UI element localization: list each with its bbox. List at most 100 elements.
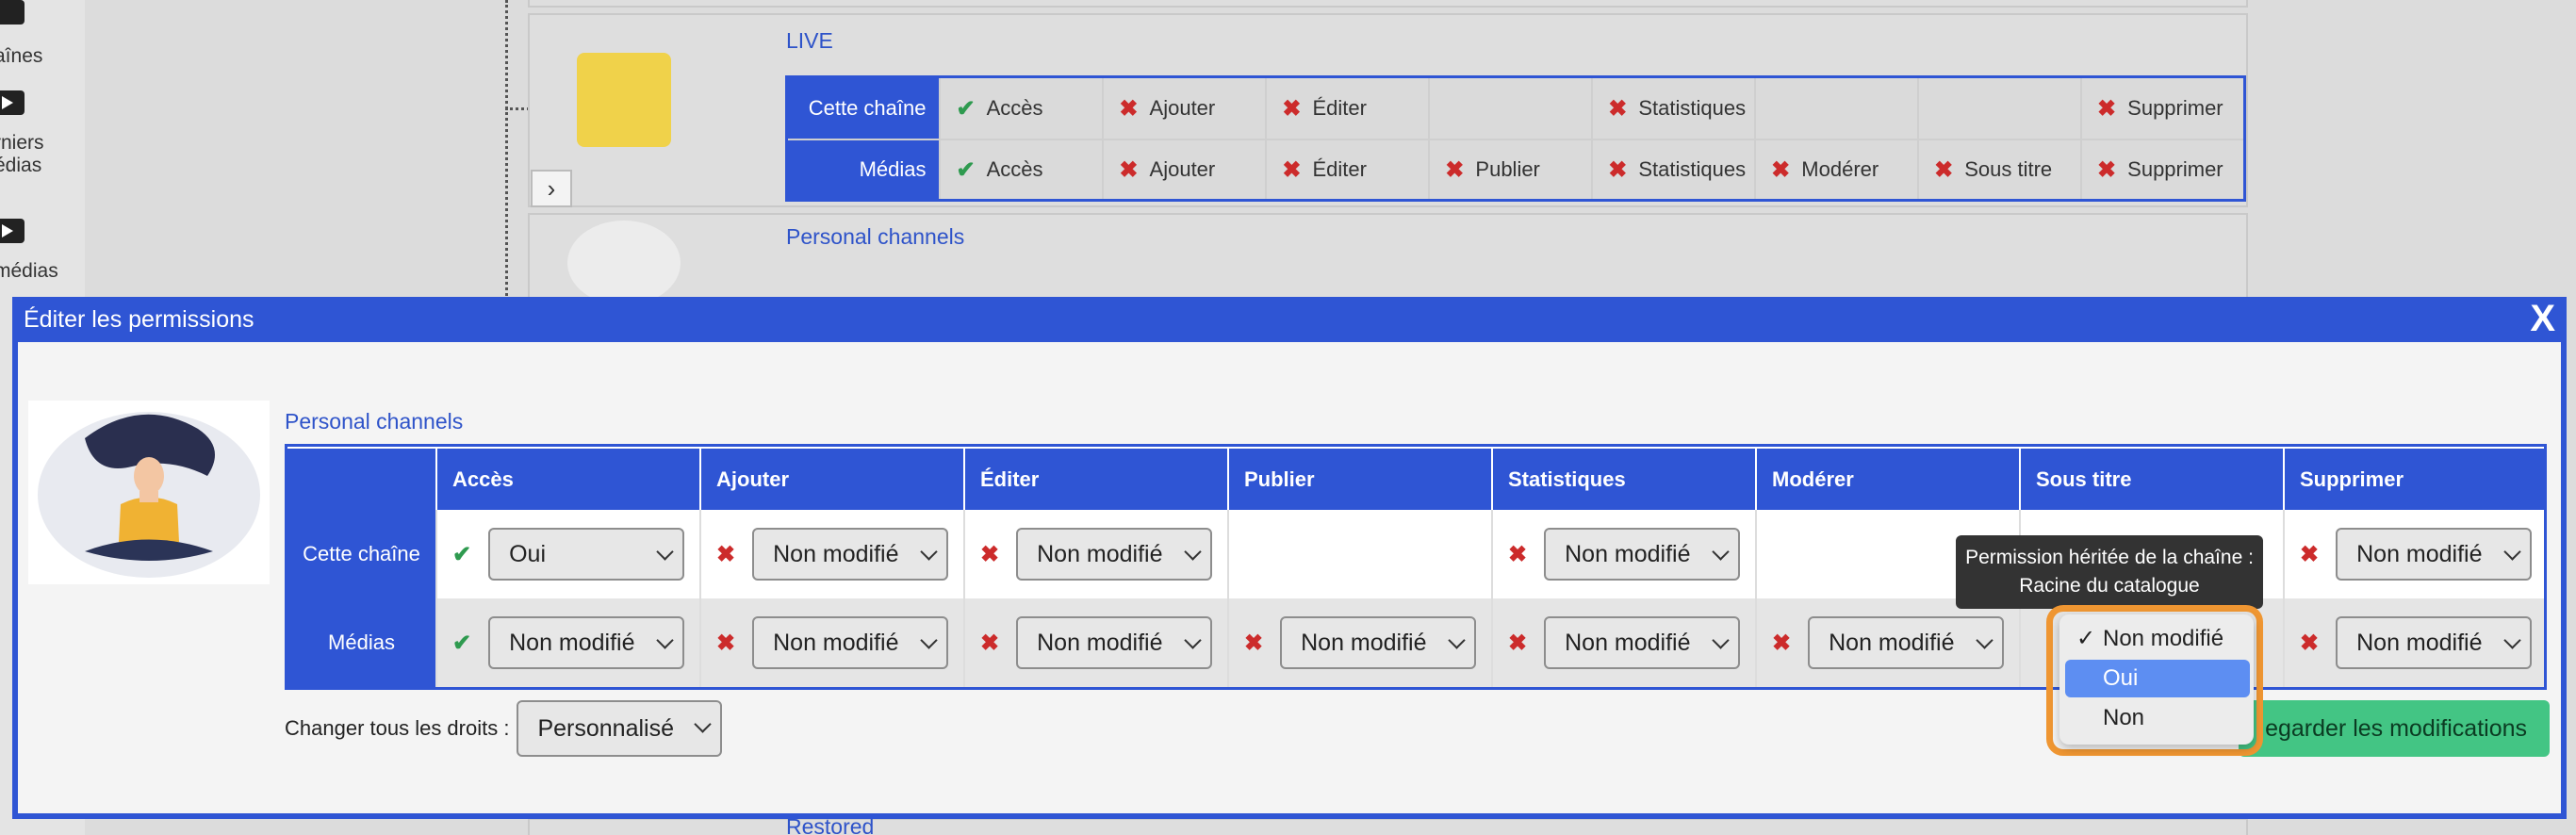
channel-thumbnail [577,53,671,147]
modal-title: Éditer les permissions [24,306,254,333]
perm-cell: ✖ Ajouter [1102,78,1265,139]
chevron-down-icon [2503,631,2521,649]
row-label: Médias [287,598,435,687]
permission-cell-editer: ✖ Non modifié [963,510,1227,598]
perm-cell: ✔ Accès [939,140,1102,199]
select-value: Non modifié [2356,629,2483,656]
column-header: Accès [435,449,699,510]
cross-icon: ✖ [1772,630,1792,656]
permission-select[interactable]: Non modifié [1016,528,1213,581]
permission-cell-statistiques: ✖ Non modifié [1491,510,1755,598]
chevron-down-icon [1712,543,1730,561]
row-label: Médias [788,140,940,199]
dropdown-option-non-modifie[interactable]: ✓ Non modifié [2065,620,2250,658]
sidebar-item-label: rniers édias [0,132,44,176]
column-header: Statistiques [1491,449,1755,510]
permission-select[interactable]: Non modifié [1280,616,1477,669]
column-header: Publier [1227,449,1491,510]
cross-icon: ✖ [716,630,736,656]
perm-cell [1754,78,1917,139]
permission-select[interactable]: Non modifié [752,528,949,581]
perm-cell: ✖ Publier [1428,140,1591,199]
permission-row: Médias ✔ Accès ✖ Ajouter ✖ Éditer ✖ Publier … [788,139,2243,199]
tree-connector [505,107,530,110]
chevron-down-icon [1712,631,1730,649]
cross-icon: ✖ [980,541,1000,567]
permission-select[interactable]: Non modifié [1016,616,1213,669]
perm-cell: ✖ Statistiques [1591,140,1754,199]
permission-cell-acces: ✔ Non modifié [435,598,699,687]
option-label: Non modifié [2103,626,2224,651]
channel-row-personal: Personal channels [528,213,2248,305]
select-value: Non modifié [1037,540,1163,567]
permission-row: Cette chaîne ✔ Accès ✖ Ajouter ✖ Éditer ✖ St… [788,78,2243,139]
cross-icon: ✖ [2097,95,2117,122]
permission-select[interactable]: Non modifié [2336,616,2533,669]
chevron-down-icon [920,631,938,649]
permission-cell-ajouter: ✖ Non modifié [699,598,963,687]
permission-cell-acces: ✔ Oui [435,510,699,598]
channel-thumbnail [567,221,681,305]
close-icon[interactable]: X [2530,298,2555,340]
sidebar-item-label: aînes [0,45,43,67]
channel-title: Personal channels [285,409,464,434]
permission-select[interactable]: Non modifié [1808,616,2005,669]
chevron-down-icon [1448,631,1466,649]
cross-icon: ✖ [1608,95,1628,122]
column-header: Ajouter [699,449,963,510]
chevron-down-icon [656,631,674,649]
column-header: Éditer [963,449,1227,510]
save-changes-button[interactable]: egarder les modifications [2239,700,2550,757]
checkmark-icon: ✓ [2076,626,2096,651]
column-header: Sous titre [2019,449,2283,510]
change-all-select[interactable]: Personnalisé [517,700,723,757]
permission-select[interactable]: Non modifié [2336,528,2533,581]
select-value: Non modifié [773,540,899,567]
cross-icon: ✖ [1119,95,1139,122]
permission-select[interactable]: Non modifié [1544,616,1741,669]
dropdown-option-non[interactable]: Non [2065,699,2250,737]
inherited-permission-tooltip: Permission héritée de la chaîne : Racine… [1956,535,2263,609]
modal-titlebar: Éditer les permissions X [12,297,2567,342]
cross-icon: ✖ [1771,156,1791,183]
perm-cell: ✖ Sous titre [1917,140,2080,199]
chevron-down-icon [1184,543,1202,561]
channel-row [528,0,2248,8]
option-label: Non [2103,705,2145,730]
channel-name[interactable]: Personal channels [786,224,964,250]
select-value: Non modifié [1829,629,1955,656]
perm-label: Éditer [1312,157,1367,181]
cross-icon: ✖ [716,541,736,567]
perm-label: Sous titre [1964,157,2053,181]
permission-select[interactable]: Non modifié [752,616,949,669]
cross-icon: ✖ [2300,630,2320,656]
perm-cell: ✖ Supprimer [2080,140,2243,199]
folder-icon [0,0,25,25]
perm-label: Statistiques [1638,96,1747,120]
header-corner [287,449,435,510]
check-icon: ✔ [956,156,976,183]
permission-cell-publier [1227,510,1491,598]
perm-label: Ajouter [1149,96,1216,120]
channel-name[interactable]: LIVE [786,28,833,54]
select-value: Non modifié [2356,540,2483,567]
permission-summary: Cette chaîne ✔ Accès ✖ Ajouter ✖ Éditer ✖ St… [785,75,2246,202]
perm-label: Accès [986,157,1043,181]
video-icon [0,219,25,243]
cross-icon: ✖ [1608,156,1628,183]
permission-select[interactable]: Oui [488,528,685,581]
chevron-right-icon[interactable]: › [531,170,572,207]
chevron-down-icon [694,715,713,733]
perm-label: Modérer [1801,157,1879,181]
cross-icon: ✖ [1508,541,1528,567]
table-header: Accès Ajouter Éditer Publier Statistique… [287,447,2544,510]
permission-select[interactable]: Non modifié [1544,528,1741,581]
perm-label: Publier [1475,157,1540,181]
perm-label: Accès [986,96,1043,120]
cross-icon: ✖ [1282,95,1302,122]
select-value: Non modifié [1037,629,1163,656]
check-icon: ✔ [956,95,976,122]
dropdown-option-oui[interactable]: Oui [2065,660,2250,697]
perm-cell: ✖ Éditer [1265,140,1428,199]
permission-select[interactable]: Non modifié [488,616,685,669]
